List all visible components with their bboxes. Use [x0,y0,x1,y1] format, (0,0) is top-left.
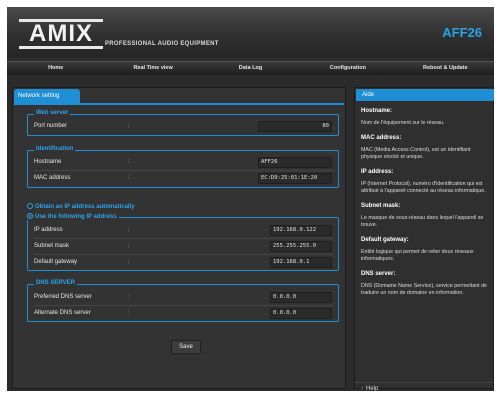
gateway-colon: : [128,259,130,265]
alternate-dns-colon: : [128,310,130,316]
gateway-row: Default gateway : 192.168.0.1 [34,256,334,269]
divider [34,254,334,255]
help-hostname-heading: Hostname: [361,108,393,114]
port-input[interactable]: 80 [258,121,332,132]
web-server-legend: Web server [34,110,71,116]
network-settings-panel: Network setting Web server Port number :… [12,87,346,389]
manual-ip-group: Use the following IP address IP address … [27,213,339,271]
hostname-colon: : [128,159,130,165]
port-colon: : [128,123,130,129]
nav-real-time-view[interactable]: Real Time view [104,62,201,75]
mask-label: Subnet mask [34,243,70,249]
preferred-dns-colon: : [128,294,130,300]
save-button[interactable]: Save [171,340,201,354]
ip-label: IP address [34,227,63,233]
gateway-label: Default gateway [34,259,78,265]
help-content: Hostname: Nom de l'équipement sur le rés… [361,108,489,305]
amix-logo: AMIX [19,19,103,49]
help-mac-heading: MAC address: [361,135,402,141]
auto-ip-radio[interactable] [27,203,33,209]
mac-label: MAC address [34,175,71,181]
ip-row: IP address : 192.168.0.122 [34,224,334,237]
nav-reboot-update[interactable]: Reboot & Update [397,62,494,75]
help-mask-text: Le masque de sous-réseau dans lequel l'a… [361,215,484,228]
mac-value: EC:D9:25:01:1E:20 [258,173,332,184]
gateway-input[interactable]: 192.168.0.1 [270,257,332,268]
app-window: AMIX PROFESSIONAL AUDIO EQUIPMENT AFF26 … [7,7,494,392]
header: AMIX PROFESSIONAL AUDIO EQUIPMENT AFF26 [7,7,494,57]
identification-legend: Identification [34,146,76,152]
mask-row: Subnet mask : 255.255.255.0 [34,240,334,253]
manual-ip-label: Use the following IP address [35,214,117,220]
nav-data-log[interactable]: Data Log [202,62,299,75]
help-hostname-text: Nom de l'équipement sur le réseau. [361,120,445,126]
preferred-dns-input[interactable]: 0.0.0.0 [270,292,332,303]
help-title: Aide [356,89,494,101]
auto-ip-option[interactable]: Obtain an IP address automatically [27,203,135,210]
help-ip-heading: IP address: [361,169,394,175]
manual-ip-option[interactable]: Use the following IP address [27,213,119,220]
auto-ip-label: Obtain an IP address automatically [35,204,135,210]
tab-network-setting[interactable]: Network setting [14,89,80,103]
main-nav: Home Real Time view Data Log Configurati… [7,61,494,75]
nav-configuration[interactable]: Configuration [299,62,396,75]
help-dns-text: DNS (Domaine Name Service), service perm… [361,283,487,296]
alternate-dns-label: Alternate DNS server [34,310,91,316]
logo-text: AMIX [29,20,93,47]
help-dns-heading: DNS server: [361,271,396,277]
chevron-right-icon: › [361,386,363,392]
mask-colon: : [128,243,130,249]
help-gateway-heading: Default gateway: [361,237,409,243]
mask-input[interactable]: 255.255.255.0 [270,241,332,252]
manual-ip-radio[interactable] [27,213,33,219]
port-label: Port number [34,123,68,129]
alternate-dns-row: Alternate DNS server : 0.0.0.0 [34,307,334,320]
help-mask-heading: Subnet mask: [361,203,401,209]
web-server-group: Web server Port number : 80 [27,110,339,136]
device-model: AFF26 [442,25,482,40]
dns-group: DNS SERVER Preferred DNS server : 0.0.0.… [27,280,339,322]
hostname-row: Hostname : AFF26 [34,156,334,169]
hostname-input[interactable]: AFF26 [258,157,332,168]
divider [34,170,334,171]
help-toggle[interactable]: › Help [355,382,493,394]
preferred-dns-row: Preferred DNS server : 0.0.0.0 [34,291,334,304]
help-panel: Aide Hostname: Nom de l'équipement sur l… [354,87,494,392]
hostname-label: Hostname [34,159,62,165]
port-row: Port number : 80 [34,120,334,133]
help-ip-text: IP (Internet Protocol), numéro d'identif… [361,181,486,194]
divider [34,238,334,239]
nav-home[interactable]: Home [7,62,104,75]
help-mac-text: MAC (Media Access Control), est un ident… [361,147,471,160]
dns-legend: DNS SERVER [34,280,77,286]
help-footer-label: Help [366,386,379,392]
preferred-dns-label: Preferred DNS server [34,294,92,300]
help-gateway-text: Entité logique qui permet de relier deux… [361,249,474,262]
identification-group: Identification Hostname : AFF26 MAC addr… [27,146,339,188]
brand-subtitle: PROFESSIONAL AUDIO EQUIPMENT [105,41,219,47]
mac-row: MAC address : EC:D9:25:01:1E:20 [34,172,334,185]
mac-colon: : [128,175,130,181]
divider [34,305,334,306]
tab-underline [14,103,344,105]
ip-input[interactable]: 192.168.0.122 [270,225,332,236]
ip-colon: : [128,227,130,233]
alternate-dns-input[interactable]: 0.0.0.0 [270,308,332,319]
